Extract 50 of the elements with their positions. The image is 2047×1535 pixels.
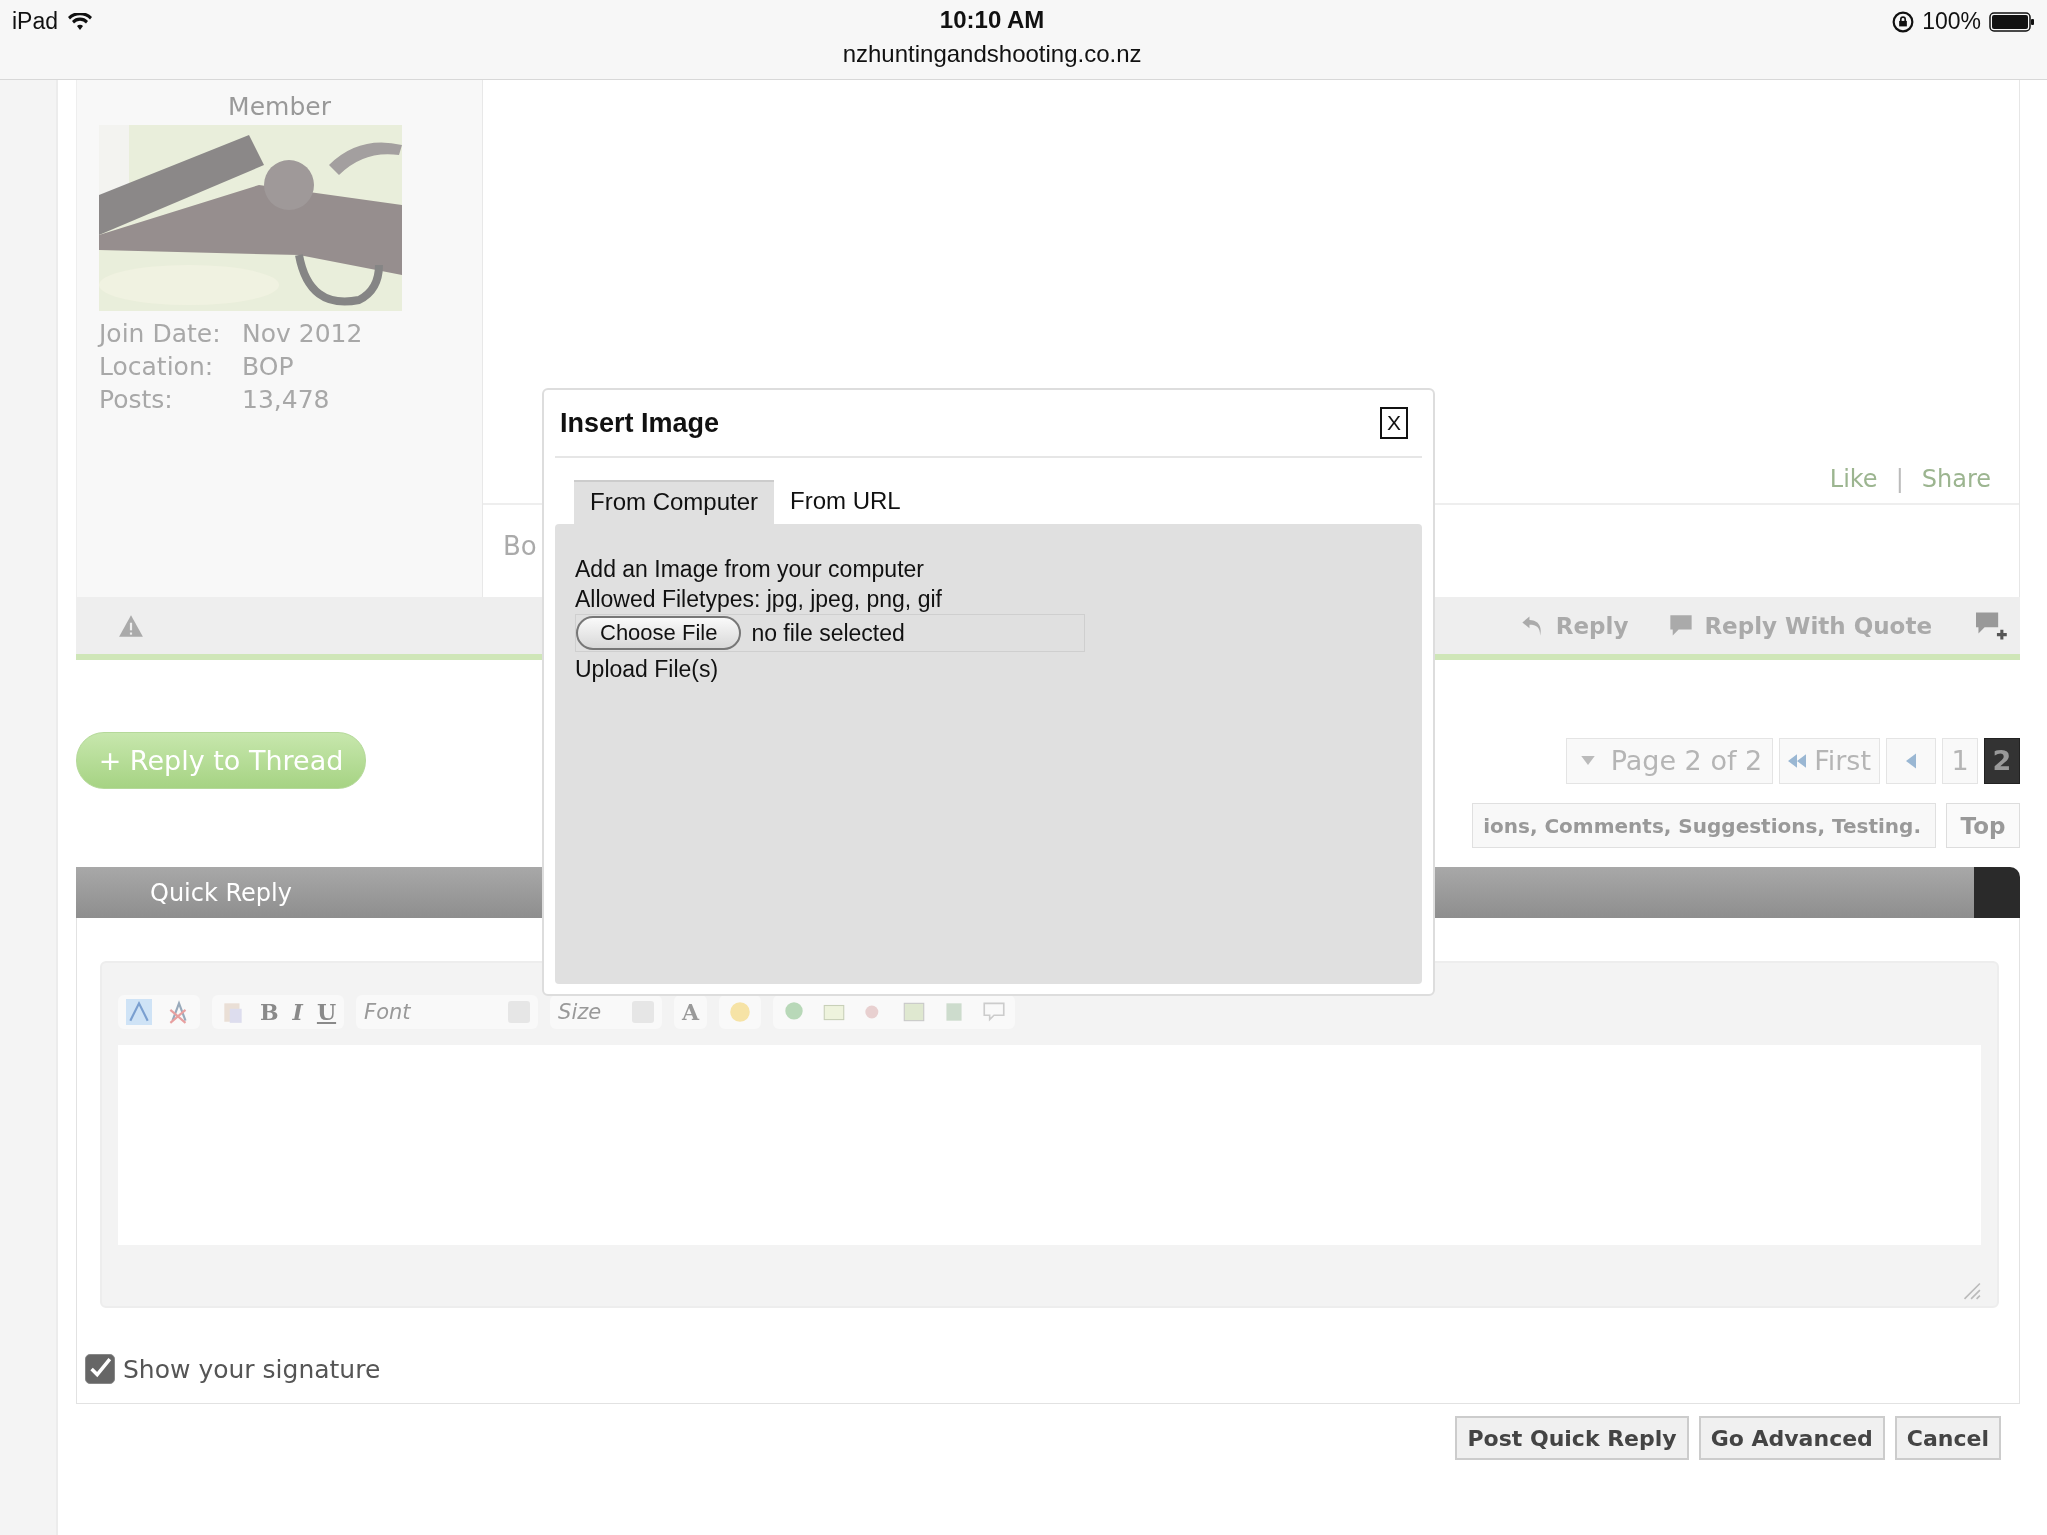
detail-label: Location: bbox=[99, 352, 215, 381]
caret-icon bbox=[1580, 756, 1595, 765]
top-button[interactable]: Top bbox=[1946, 803, 2020, 848]
page-number[interactable]: 2 bbox=[1984, 737, 2020, 784]
warning-icon[interactable] bbox=[118, 613, 144, 638]
file-status: no file selected bbox=[751, 619, 905, 647]
form-button[interactable]: Cancel bbox=[1894, 1416, 2001, 1460]
filetypes-note: Allowed Filetypes: jpg, jpeg, png, gif bbox=[575, 585, 942, 614]
wifi-icon bbox=[68, 12, 93, 31]
url-bar[interactable]: nzhuntingandshooting.co.nz bbox=[842, 40, 1142, 68]
upload-link[interactable]: Upload File(s) bbox=[575, 654, 719, 684]
form-button[interactable]: Post Quick Reply bbox=[1455, 1416, 1689, 1460]
share-link[interactable]: Share bbox=[1921, 465, 1991, 493]
first-page-button[interactable]: First bbox=[1779, 737, 1880, 784]
rotation-lock-icon bbox=[1892, 10, 1915, 33]
device-name: iPad bbox=[12, 8, 59, 35]
close-button[interactable]: X bbox=[1380, 407, 1408, 439]
format-button[interactable]: U bbox=[316, 999, 337, 1025]
page-menu-button[interactable]: Page 2 of 2 bbox=[1565, 737, 1774, 784]
dialog-title: Insert Image bbox=[560, 407, 720, 439]
post-text: Bo bbox=[503, 531, 537, 561]
choose-file-button[interactable]: Choose File bbox=[576, 616, 742, 650]
checkbox[interactable] bbox=[85, 1354, 115, 1384]
left-arrow-icon bbox=[1906, 752, 1916, 769]
detail-label: Posts: bbox=[99, 385, 174, 414]
like-link[interactable]: Like bbox=[1829, 465, 1878, 493]
format-button[interactable]: I bbox=[292, 999, 303, 1025]
checkbox-label[interactable]: Show your signature bbox=[123, 1354, 381, 1384]
detail-value: BOP bbox=[242, 352, 295, 381]
user-title: Member bbox=[228, 92, 331, 121]
reply-with-quote-button[interactable]: Reply With Quote bbox=[1668, 612, 1932, 639]
battery-level: 100% bbox=[1922, 8, 1981, 35]
page-number[interactable]: 1 bbox=[1942, 737, 1978, 784]
previous-page-button[interactable] bbox=[1886, 737, 1936, 784]
format-button[interactable]: B bbox=[260, 999, 279, 1025]
reply-button[interactable]: Reply bbox=[1519, 612, 1629, 639]
form-button[interactable]: Go Advanced bbox=[1698, 1416, 1885, 1460]
battery-icon bbox=[1989, 11, 2035, 32]
clock: 10:10 AM bbox=[939, 6, 1045, 34]
double-arrow-icon bbox=[1788, 753, 1807, 768]
detail-label: Join Date: bbox=[99, 319, 222, 348]
separator: | bbox=[1895, 465, 1904, 493]
dialog-tab[interactable]: From Computer bbox=[574, 480, 775, 524]
breadcrumb[interactable]: ions, Comments, Suggestions, Testing. bbox=[1472, 803, 1936, 848]
font-size-icon[interactable] bbox=[126, 999, 152, 1025]
file-input[interactable]: Choose File no file selected bbox=[575, 614, 1085, 652]
detail-value: Nov 2012 bbox=[242, 319, 363, 348]
dialog-heading: Add an Image from your computer bbox=[575, 555, 924, 584]
quick-reply-title: Quick Reply bbox=[150, 878, 292, 907]
detail-value: 13,478 bbox=[242, 385, 331, 414]
